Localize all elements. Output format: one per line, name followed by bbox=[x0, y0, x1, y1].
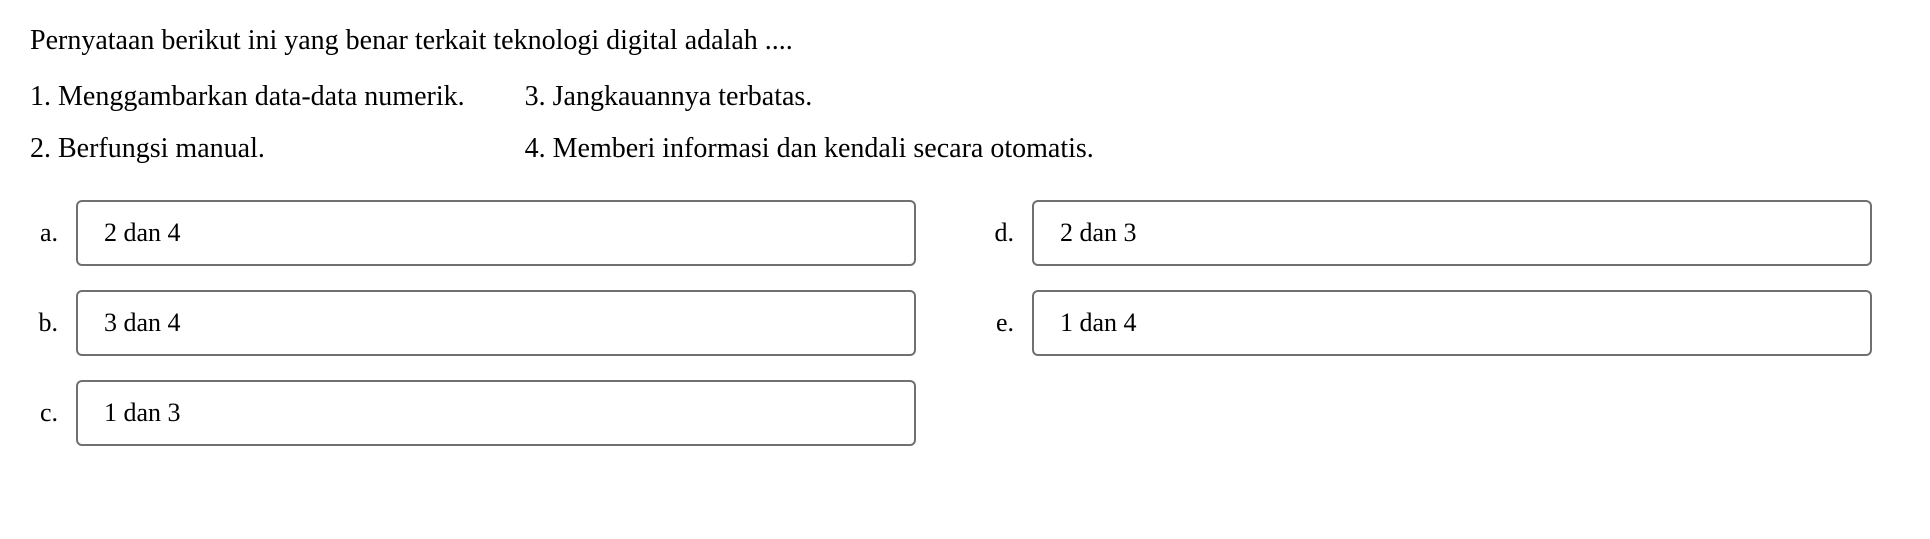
option-box-b[interactable]: 3 dan 4 bbox=[76, 290, 916, 356]
option-d[interactable]: d. 2 dan 3 bbox=[986, 200, 1872, 266]
option-letter-b: b. bbox=[30, 308, 58, 338]
option-letter-e: e. bbox=[986, 308, 1014, 338]
statement-2: 2. Berfungsi manual. bbox=[30, 128, 465, 170]
statement-1: 1. Menggambarkan data-data numerik. bbox=[30, 76, 465, 118]
option-box-e[interactable]: 1 dan 4 bbox=[1032, 290, 1872, 356]
option-a[interactable]: a. 2 dan 4 bbox=[30, 200, 916, 266]
statements-col-right: 3. Jangkauannya terbatas. 4. Memberi inf… bbox=[525, 76, 1094, 170]
option-b[interactable]: b. 3 dan 4 bbox=[30, 290, 916, 356]
statements-col-left: 1. Menggambarkan data-data numerik. 2. B… bbox=[30, 76, 465, 170]
options-col-right: d. 2 dan 3 e. 1 dan 4 bbox=[986, 200, 1872, 446]
options-container: a. 2 dan 4 b. 3 dan 4 c. 1 dan 3 d. 2 da… bbox=[30, 200, 1900, 446]
option-letter-d: d. bbox=[986, 218, 1014, 248]
statements-block: 1. Menggambarkan data-data numerik. 2. B… bbox=[30, 76, 1900, 170]
question-stem: Pernyataan berikut ini yang benar terkai… bbox=[30, 20, 1900, 62]
statement-3: 3. Jangkauannya terbatas. bbox=[525, 76, 1094, 118]
option-letter-c: c. bbox=[30, 398, 58, 428]
option-letter-a: a. bbox=[30, 218, 58, 248]
option-e[interactable]: e. 1 dan 4 bbox=[986, 290, 1872, 356]
option-box-a[interactable]: 2 dan 4 bbox=[76, 200, 916, 266]
option-c[interactable]: c. 1 dan 3 bbox=[30, 380, 916, 446]
option-box-d[interactable]: 2 dan 3 bbox=[1032, 200, 1872, 266]
options-col-left: a. 2 dan 4 b. 3 dan 4 c. 1 dan 3 bbox=[30, 200, 916, 446]
question-container: Pernyataan berikut ini yang benar terkai… bbox=[30, 20, 1900, 446]
statement-4: 4. Memberi informasi dan kendali secara … bbox=[525, 128, 1094, 170]
option-box-c[interactable]: 1 dan 3 bbox=[76, 380, 916, 446]
